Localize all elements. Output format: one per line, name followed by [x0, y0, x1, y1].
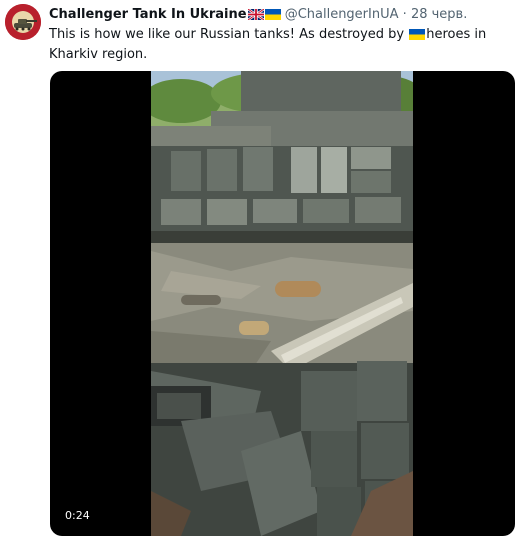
- ukraine-flag-icon: [264, 9, 281, 20]
- author-name[interactable]: Challenger Tank In Ukraine: [49, 7, 247, 22]
- ukraine-flag-icon: [409, 28, 426, 46]
- video-timecode: 0:24: [61, 508, 94, 524]
- destroyed-tank-image: [151, 71, 413, 536]
- video-frame[interactable]: [151, 71, 413, 536]
- separator: ·: [402, 7, 407, 22]
- tweet-text: This is how we like our Russian tanks! A…: [49, 26, 519, 64]
- video-player[interactable]: 0:24: [50, 71, 515, 536]
- uk-flag-icon: [247, 9, 264, 20]
- avatar[interactable]: [5, 4, 41, 40]
- tweet-card[interactable]: Challenger Tank In Ukraine @ChallengerIn…: [0, 0, 529, 542]
- author-handle[interactable]: @ChallengerInUA: [285, 7, 399, 22]
- tweet-date[interactable]: 28 черв.: [411, 7, 467, 22]
- tank-emblem-icon: [5, 4, 41, 40]
- tweet-header: Challenger Tank In Ukraine @ChallengerIn…: [49, 7, 467, 23]
- tweet-text-part1: This is how we like our Russian tanks! A…: [49, 27, 409, 42]
